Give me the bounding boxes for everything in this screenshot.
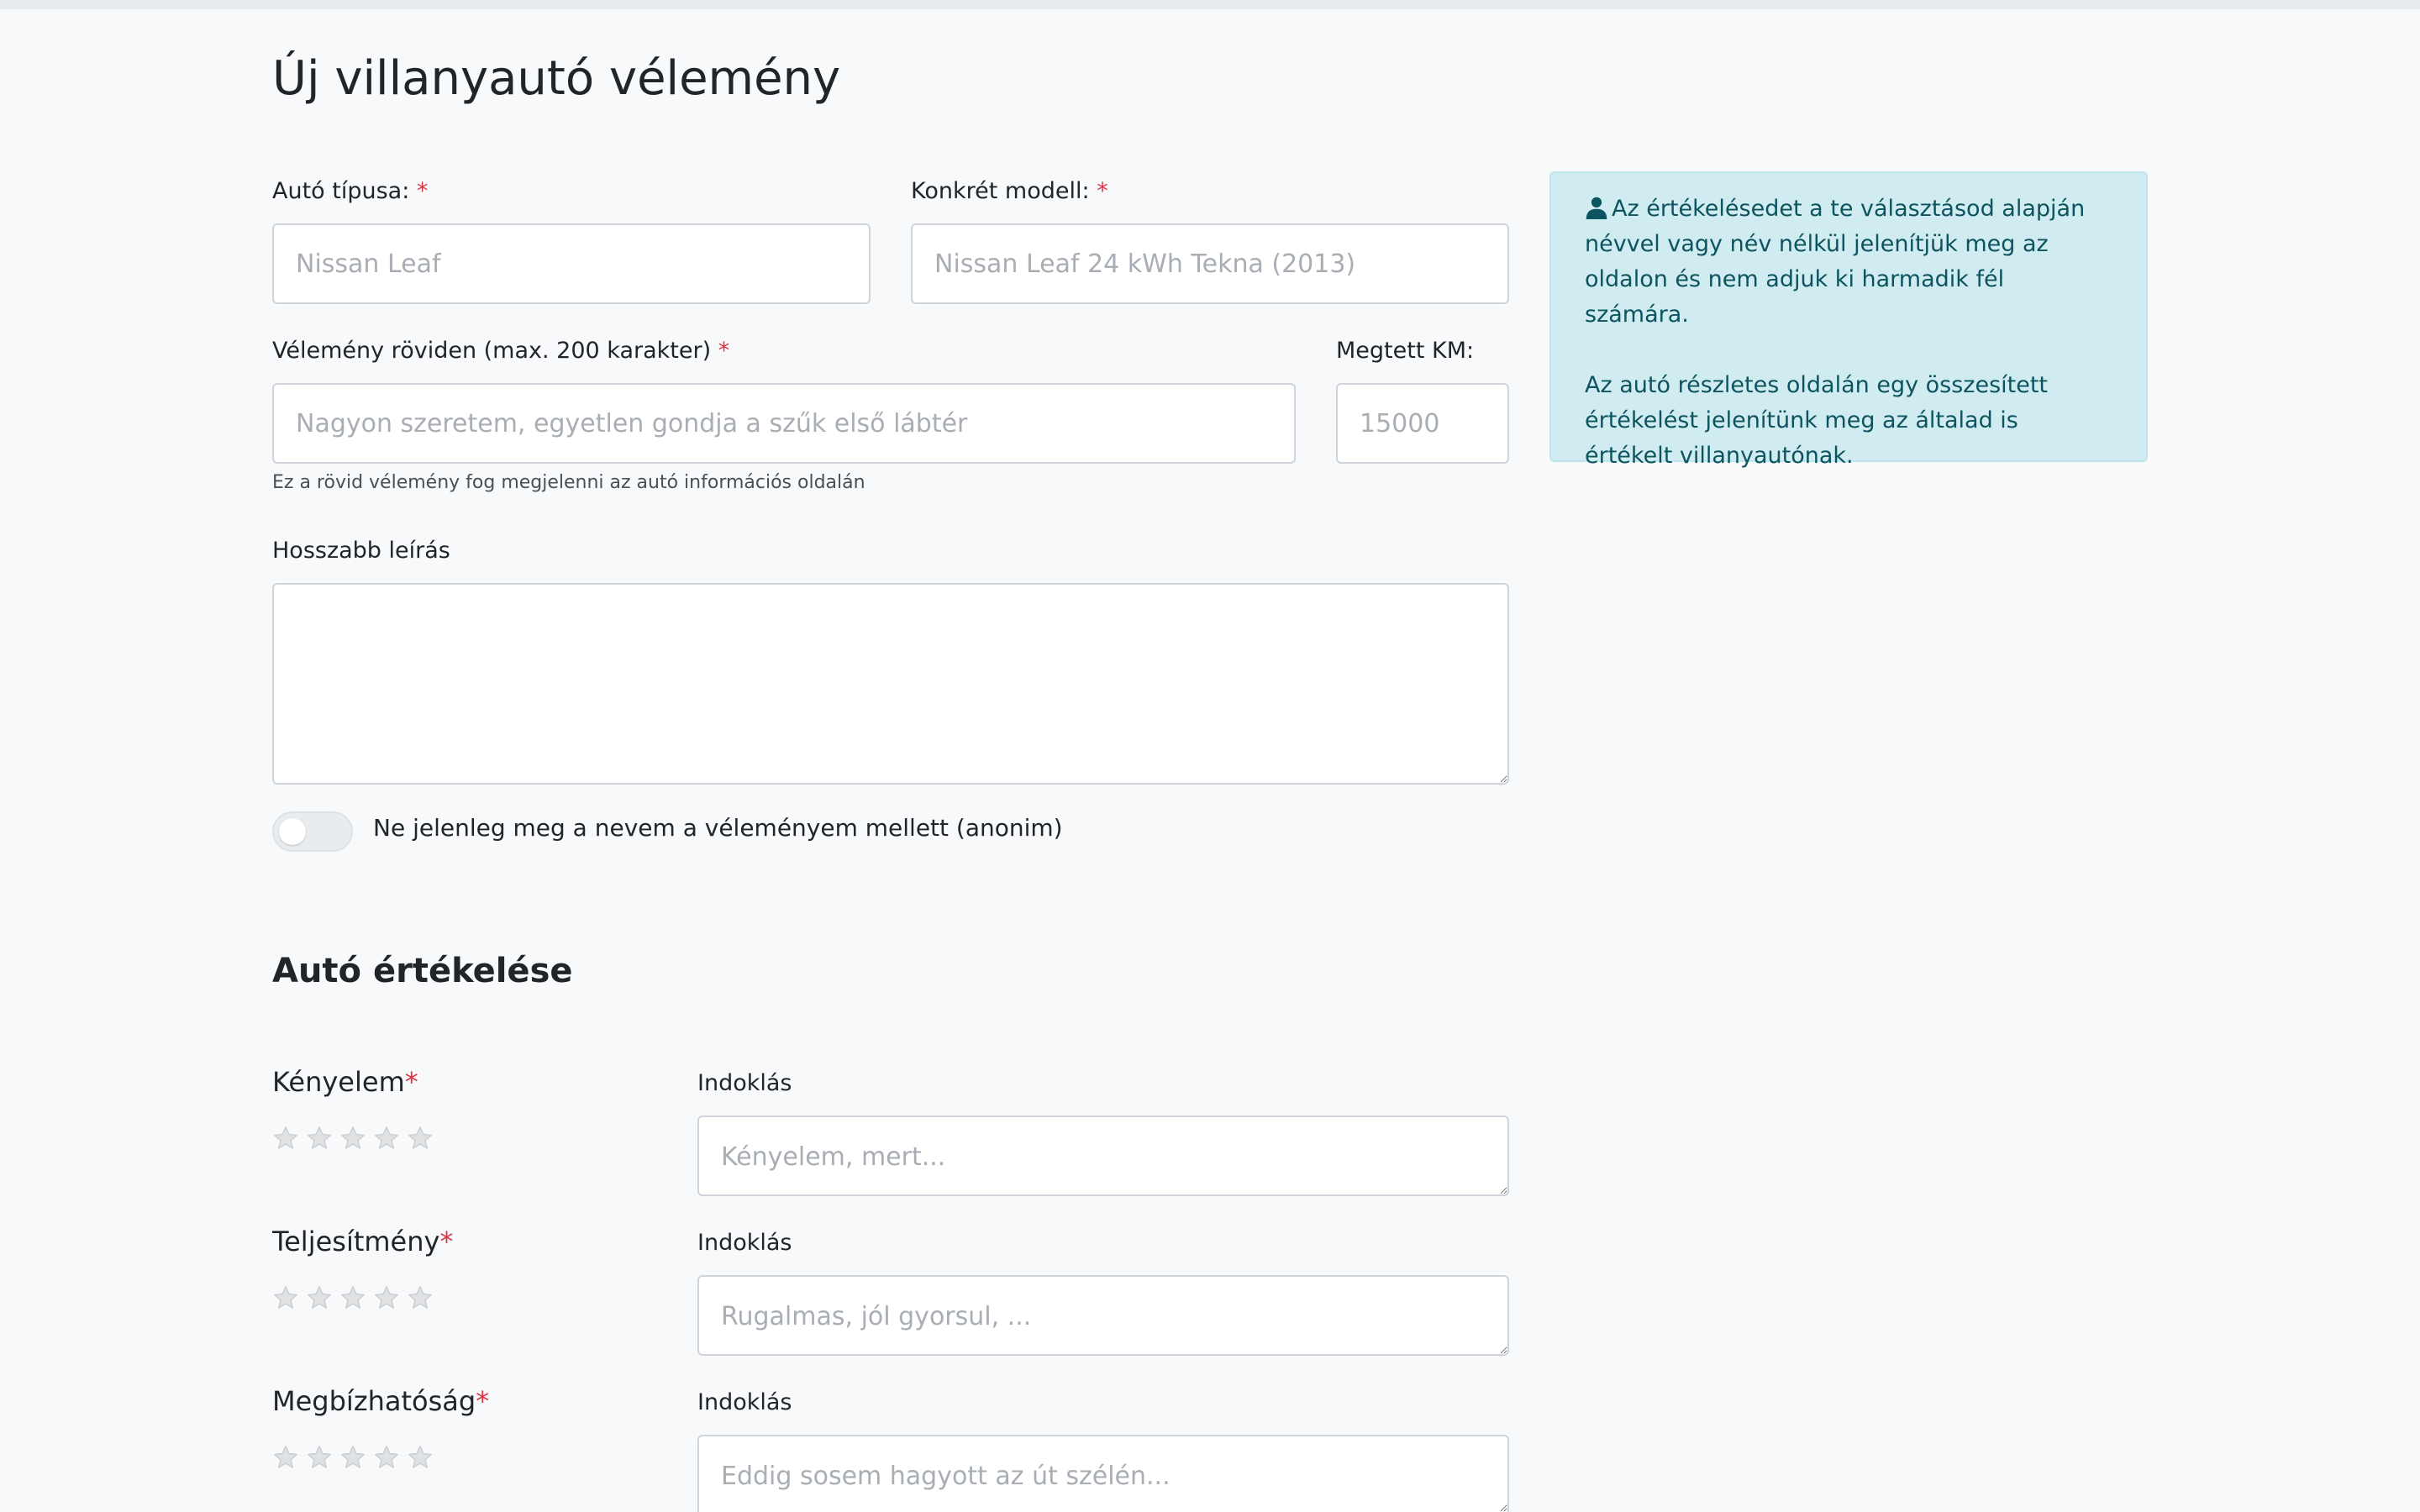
required-marker: * bbox=[476, 1385, 490, 1417]
long-description-textarea[interactable] bbox=[272, 583, 1509, 785]
star-icon[interactable] bbox=[339, 1125, 366, 1152]
short-review-input[interactable] bbox=[272, 383, 1296, 464]
model-label: Konkrét modell: * bbox=[911, 176, 1108, 207]
anonymous-label: Ne jelenleg meg a nevem a véleményem mel… bbox=[373, 814, 1063, 842]
reason-label: Indoklás bbox=[697, 1389, 792, 1415]
model-label-text: Konkrét modell: bbox=[911, 178, 1090, 204]
star-icon[interactable] bbox=[272, 1284, 299, 1311]
rating-label-megbizhatosag: Megbízhatóság* bbox=[272, 1383, 489, 1420]
car-type-input[interactable] bbox=[272, 223, 871, 304]
info-text-1: Az értékelésedet a te választásod alapjá… bbox=[1585, 196, 2086, 328]
model-input[interactable] bbox=[911, 223, 1509, 304]
km-label: Megtett KM: bbox=[1336, 338, 1475, 364]
star-icon[interactable] bbox=[306, 1284, 333, 1311]
required-marker: * bbox=[439, 1226, 454, 1257]
reason-input-teljesitmeny[interactable] bbox=[697, 1275, 1509, 1356]
required-marker: * bbox=[718, 338, 730, 364]
rating-section-title: Autó értékelése bbox=[272, 952, 573, 990]
star-rating-teljesitmeny bbox=[272, 1284, 434, 1311]
reason-label: Indoklás bbox=[697, 1230, 792, 1256]
car-type-label-text: Autó típusa: bbox=[272, 178, 410, 204]
reason-input-kenyelem[interactable] bbox=[697, 1116, 1509, 1196]
star-icon[interactable] bbox=[339, 1284, 366, 1311]
star-icon[interactable] bbox=[373, 1125, 400, 1152]
rating-label-text: Megbízhatóság bbox=[272, 1385, 476, 1417]
reason-label: Indoklás bbox=[697, 1070, 792, 1096]
user-icon bbox=[1586, 197, 1607, 219]
star-rating-kenyelem bbox=[272, 1125, 434, 1152]
long-description-label: Hosszabb leírás bbox=[272, 538, 450, 564]
page-title: Új villanyautó vélemény bbox=[272, 51, 841, 106]
rating-label-text: Kényelem bbox=[272, 1066, 405, 1098]
required-marker: * bbox=[416, 178, 429, 204]
short-review-label-text: Vélemény röviden (max. 200 karakter) bbox=[272, 338, 712, 364]
required-marker: * bbox=[1097, 178, 1108, 204]
rating-label-teljesitmeny: Teljesítmény* bbox=[272, 1223, 453, 1260]
star-icon[interactable] bbox=[306, 1444, 333, 1471]
toggle-knob bbox=[279, 818, 306, 845]
km-input[interactable] bbox=[1336, 383, 1509, 464]
star-rating-megbizhatosag bbox=[272, 1444, 434, 1471]
required-marker: * bbox=[404, 1066, 418, 1098]
star-icon[interactable] bbox=[272, 1444, 299, 1471]
car-type-label: Autó típusa: * bbox=[272, 176, 428, 207]
reason-input-megbizhatosag[interactable] bbox=[697, 1435, 1509, 1512]
star-icon[interactable] bbox=[407, 1284, 434, 1311]
star-icon[interactable] bbox=[306, 1125, 333, 1152]
info-alert: Az értékelésedet a te választásod alapjá… bbox=[1549, 171, 2148, 469]
rating-label-kenyelem: Kényelem* bbox=[272, 1063, 418, 1100]
anonymous-toggle[interactable] bbox=[272, 811, 353, 852]
star-icon[interactable] bbox=[407, 1125, 434, 1152]
star-icon[interactable] bbox=[272, 1125, 299, 1152]
short-review-label: Vélemény röviden (max. 200 karakter) * bbox=[272, 336, 729, 366]
info-paragraph-2: Az autó részletes oldalán egy összesítet… bbox=[1585, 372, 2049, 469]
short-review-help: Ez a rövid vélemény fog megjelenni az au… bbox=[272, 472, 865, 493]
star-icon[interactable] bbox=[373, 1284, 400, 1311]
star-icon[interactable] bbox=[339, 1444, 366, 1471]
star-icon[interactable] bbox=[407, 1444, 434, 1471]
top-bar bbox=[0, 0, 2420, 9]
star-icon[interactable] bbox=[373, 1444, 400, 1471]
rating-label-text: Teljesítmény bbox=[272, 1226, 440, 1257]
info-paragraph-1: Az értékelésedet a te választásod alapjá… bbox=[1585, 192, 2112, 333]
